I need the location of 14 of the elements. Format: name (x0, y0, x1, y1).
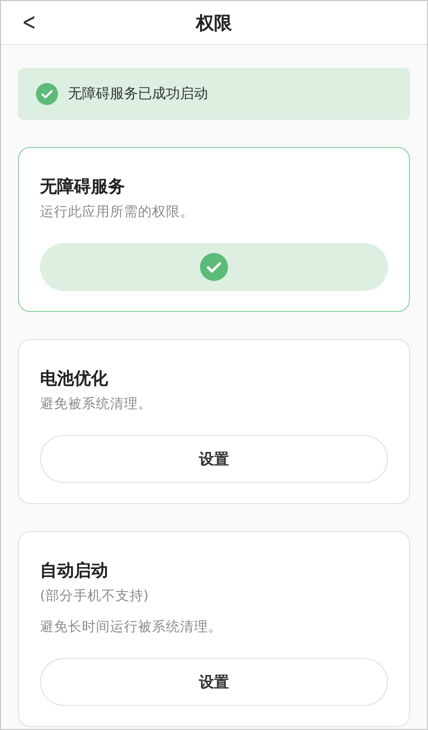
card-description: 避免被系统清理。 (40, 395, 153, 414)
settings-button[interactable]: 设置 (40, 435, 388, 483)
card-description: 避免长时间运行被系统清理。 (40, 618, 223, 637)
settings-button[interactable]: 设置 (40, 658, 388, 706)
card-title: 无障碍服务 (40, 176, 126, 199)
page-title: 权限 (196, 12, 232, 34)
card-description: 运行此应用所需的权限。 (40, 203, 195, 222)
card-description: (部分手机不支持) (40, 587, 150, 606)
card-title: 电池优化 (40, 368, 109, 391)
check-icon (36, 83, 58, 105)
back-button[interactable]: < (18, 7, 40, 37)
check-icon (200, 253, 228, 281)
card-title: 自动启动 (40, 560, 109, 583)
banner-text: 无障碍服务已成功启动 (68, 85, 208, 103)
